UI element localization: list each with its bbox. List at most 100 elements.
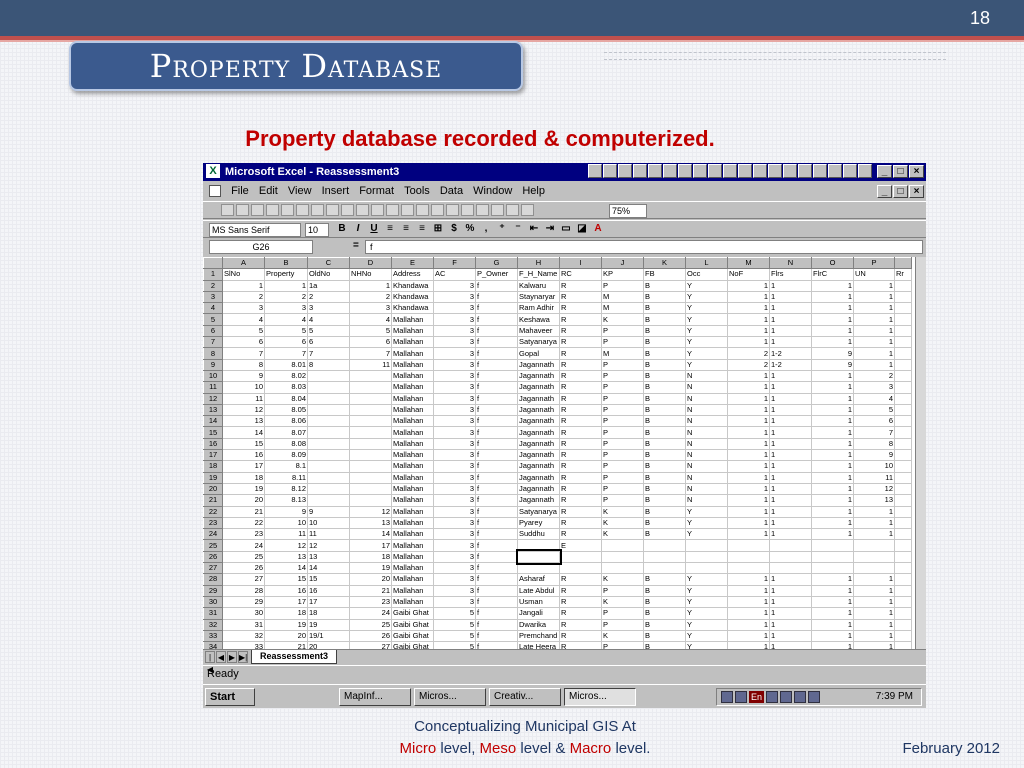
task-mapinfo[interactable]: MapInf... (339, 688, 411, 706)
row-header[interactable]: 33 (203, 629, 223, 643)
table-cell[interactable]: 3 (433, 279, 476, 292)
table-cell[interactable]: 18 (222, 471, 265, 484)
decrease-indent-icon[interactable]: ⇤ (527, 223, 541, 236)
table-cell[interactable]: 20 (264, 629, 308, 643)
table-cell[interactable]: B (643, 313, 686, 326)
vertical-scrollbar[interactable] (915, 257, 926, 649)
table-cell[interactable]: Mallahan (391, 505, 434, 518)
table-cell[interactable]: 1-2 (769, 358, 812, 371)
table-cell[interactable] (894, 460, 912, 473)
table-cell[interactable]: Jagannath (517, 494, 560, 507)
table-cell[interactable]: Y (685, 290, 728, 304)
table-cell[interactable]: 3 (433, 358, 476, 371)
table-cell[interactable]: N (685, 415, 728, 428)
task-creative[interactable]: Creativ... (489, 688, 561, 706)
table-cell[interactable]: Suddhu (517, 528, 560, 541)
table-cell[interactable]: P (601, 324, 644, 338)
column-header[interactable]: A (222, 257, 265, 270)
table-cell[interactable] (769, 550, 812, 564)
row-header[interactable]: 16 (203, 437, 223, 451)
table-cell[interactable]: B (643, 505, 686, 518)
table-cell[interactable]: Mallahan (391, 562, 434, 575)
table-cell[interactable] (349, 471, 392, 484)
tray-icon[interactable] (618, 164, 632, 178)
table-cell[interactable]: Staynaryar (517, 290, 560, 304)
table-cell[interactable]: 3 (433, 505, 476, 518)
row-header[interactable]: 3 (203, 290, 223, 304)
table-cell[interactable]: 1 (769, 460, 812, 473)
table-cell[interactable]: 1 (769, 595, 812, 609)
table-cell[interactable]: Y (685, 313, 728, 326)
table-cell[interactable]: 14 (307, 562, 350, 575)
table-cell[interactable]: f (475, 403, 518, 417)
table-cell[interactable]: Mallahan (391, 494, 434, 507)
table-cell[interactable] (894, 324, 912, 338)
table-cell[interactable]: Mallahan (391, 313, 434, 326)
table-cell[interactable] (349, 392, 392, 405)
table-cell[interactable]: 5 (307, 324, 350, 338)
table-cell[interactable]: 1 (769, 437, 812, 451)
table-cell[interactable]: 1 (853, 505, 895, 518)
table-cell[interactable]: 4 (222, 313, 265, 326)
table-cell[interactable]: Mallahan (391, 426, 434, 439)
table-cell[interactable] (894, 516, 912, 530)
table-cell[interactable]: 19 (307, 618, 350, 631)
table-cell[interactable]: 3 (433, 347, 476, 360)
table-cell[interactable]: 5 (433, 607, 476, 620)
table-cell[interactable]: N (685, 449, 728, 462)
increase-indent-icon[interactable]: ⇥ (543, 223, 557, 236)
table-cell[interactable]: Khandawa (391, 302, 434, 315)
sheet-tab[interactable]: Reassessment3 (251, 650, 338, 664)
table-cell[interactable] (727, 562, 770, 575)
table-cell[interactable]: Gaibi Ghat (391, 629, 434, 643)
table-cell[interactable]: 8 (307, 358, 350, 371)
table-cell[interactable]: E (559, 539, 602, 552)
table-cell[interactable]: f (475, 324, 518, 338)
table-cell[interactable]: K (601, 505, 644, 518)
table-cell[interactable]: R (559, 528, 602, 541)
table-cell[interactable]: 15 (307, 573, 350, 586)
table-cell[interactable]: f (475, 573, 518, 586)
table-cell[interactable]: 1 (811, 505, 854, 518)
table-cell[interactable]: 6 (349, 336, 392, 349)
table-cell[interactable]: 4 (349, 313, 392, 326)
table-cell[interactable]: N (685, 392, 728, 405)
table-cell[interactable]: P (601, 403, 644, 417)
table-cell[interactable]: f (475, 528, 518, 541)
table-cell[interactable]: 1 (727, 494, 770, 507)
menu-help[interactable]: Help (522, 182, 545, 200)
table-cell[interactable]: Jagannath (517, 482, 560, 496)
table-cell[interactable]: f (475, 505, 518, 518)
table-cell[interactable]: 26 (349, 629, 392, 643)
table-cell[interactable]: 16 (307, 584, 350, 597)
table-cell[interactable]: 1 (811, 573, 854, 586)
menu-tools[interactable]: Tools (404, 182, 430, 200)
table-cell[interactable]: 1 (769, 584, 812, 597)
table-cell[interactable]: R (559, 573, 602, 586)
tray-icon[interactable] (633, 164, 647, 178)
table-cell[interactable]: 1-2 (769, 347, 812, 360)
table-cell[interactable]: f (475, 313, 518, 326)
table-cell[interactable]: f (475, 426, 518, 439)
autosum-icon[interactable] (431, 204, 444, 216)
table-cell[interactable]: R (559, 324, 602, 338)
next-sheet-icon[interactable]: ▶ (227, 651, 237, 663)
table-cell[interactable] (894, 290, 912, 304)
table-cell[interactable] (811, 539, 854, 552)
table-cell[interactable]: R (559, 403, 602, 417)
tray-icon[interactable] (603, 164, 617, 178)
table-cell[interactable] (894, 528, 912, 541)
table-cell[interactable]: 9 (307, 505, 350, 518)
table-cell[interactable]: Jagannath (517, 403, 560, 417)
tray-icon[interactable] (721, 691, 733, 703)
function-icon[interactable] (446, 204, 459, 216)
table-cell[interactable]: 1 (727, 302, 770, 315)
table-cell[interactable] (894, 471, 912, 484)
table-cell[interactable]: 28 (222, 584, 265, 597)
table-cell[interactable] (559, 550, 602, 564)
table-cell[interactable]: B (643, 437, 686, 451)
table-cell[interactable]: N (685, 426, 728, 439)
table-cell[interactable]: N (685, 482, 728, 496)
table-cell[interactable]: 13 (222, 415, 265, 428)
table-cell[interactable]: 12 (264, 539, 308, 552)
